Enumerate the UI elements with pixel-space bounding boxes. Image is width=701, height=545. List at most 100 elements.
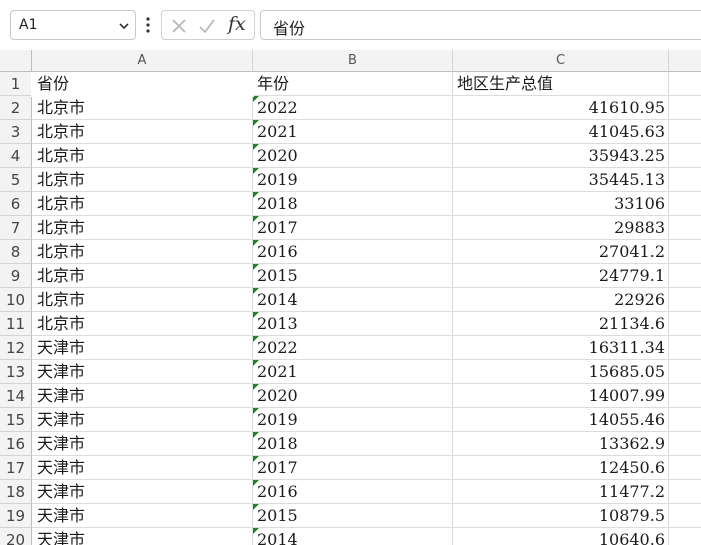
cell-empty[interactable]	[669, 432, 701, 456]
cell-province[interactable]: 北京市	[32, 144, 253, 168]
row-header[interactable]: 5	[0, 168, 32, 192]
row-header[interactable]: 4	[0, 144, 32, 168]
cell-year[interactable]: 2014	[253, 288, 453, 312]
cell-province[interactable]: 天津市	[32, 360, 253, 384]
row-header[interactable]: 6	[0, 192, 32, 216]
cell-gdp[interactable]: 41045.63	[453, 120, 669, 144]
cell-province[interactable]: 天津市	[32, 384, 253, 408]
cell-province[interactable]: 北京市	[32, 96, 253, 120]
cell-empty[interactable]	[669, 312, 701, 336]
cell-province[interactable]: 北京市	[32, 312, 253, 336]
cell-empty[interactable]	[669, 360, 701, 384]
cell-gdp[interactable]: 13362.9	[453, 432, 669, 456]
cell-province[interactable]: 北京市	[32, 216, 253, 240]
row-header[interactable]: 12	[0, 336, 32, 360]
row-header[interactable]: 14	[0, 384, 32, 408]
column-header-a[interactable]: A	[32, 50, 253, 72]
column-header-d[interactable]	[669, 50, 701, 72]
cell-year[interactable]: 2014	[253, 528, 453, 545]
cell-gdp[interactable]: 11477.2	[453, 480, 669, 504]
cell-empty[interactable]	[669, 120, 701, 144]
cell-empty[interactable]	[669, 408, 701, 432]
cell-empty[interactable]	[669, 264, 701, 288]
cell-province[interactable]: 天津市	[32, 432, 253, 456]
row-header[interactable]: 19	[0, 504, 32, 528]
row-header[interactable]: 15	[0, 408, 32, 432]
cell-gdp[interactable]: 10640.6	[453, 528, 669, 545]
cell-empty[interactable]	[669, 288, 701, 312]
cell-province[interactable]: 省份	[32, 72, 253, 96]
cell-year[interactable]: 2017	[253, 456, 453, 480]
cell-empty[interactable]	[669, 384, 701, 408]
cell-province[interactable]: 天津市	[32, 408, 253, 432]
cell-year[interactable]: 2021	[253, 120, 453, 144]
cell-year[interactable]: 2018	[253, 192, 453, 216]
cell-gdp[interactable]: 21134.6	[453, 312, 669, 336]
cell-year[interactable]: 2017	[253, 216, 453, 240]
cell-gdp[interactable]: 41610.95	[453, 96, 669, 120]
cell-gdp[interactable]: 10879.5	[453, 504, 669, 528]
cell-empty[interactable]	[669, 216, 701, 240]
cell-year[interactable]: 年份	[253, 72, 453, 96]
cell-empty[interactable]	[669, 336, 701, 360]
column-header-b[interactable]: B	[253, 50, 453, 72]
row-header[interactable]: 16	[0, 432, 32, 456]
cell-province[interactable]: 天津市	[32, 504, 253, 528]
cell-province[interactable]: 天津市	[32, 456, 253, 480]
chevron-down-icon[interactable]	[117, 19, 131, 33]
cell-year[interactable]: 2013	[253, 312, 453, 336]
cell-year[interactable]: 2022	[253, 96, 453, 120]
cell-year[interactable]: 2020	[253, 144, 453, 168]
cell-gdp[interactable]: 33106	[453, 192, 669, 216]
cell-gdp[interactable]: 35943.25	[453, 144, 669, 168]
cell-province[interactable]: 北京市	[32, 240, 253, 264]
row-header[interactable]: 1	[0, 72, 32, 96]
cell-province[interactable]: 北京市	[32, 264, 253, 288]
cell-gdp[interactable]: 14007.99	[453, 384, 669, 408]
cell-year[interactable]: 2022	[253, 336, 453, 360]
row-header[interactable]: 7	[0, 216, 32, 240]
row-header[interactable]: 13	[0, 360, 32, 384]
cell-gdp[interactable]: 24779.1	[453, 264, 669, 288]
cell-province[interactable]: 天津市	[32, 480, 253, 504]
cell-gdp[interactable]: 地区生产总值	[453, 72, 669, 96]
row-header[interactable]: 3	[0, 120, 32, 144]
cell-province[interactable]: 北京市	[32, 168, 253, 192]
row-header[interactable]: 18	[0, 480, 32, 504]
cell-empty[interactable]	[669, 168, 701, 192]
cell-empty[interactable]	[669, 456, 701, 480]
cell-gdp[interactable]: 16311.34	[453, 336, 669, 360]
row-header[interactable]: 2	[0, 96, 32, 120]
cell-year[interactable]: 2016	[253, 480, 453, 504]
formula-input[interactable]: 省份	[260, 10, 701, 40]
row-header[interactable]: 17	[0, 456, 32, 480]
enter-check-icon[interactable]	[198, 17, 216, 35]
cell-gdp[interactable]: 22926	[453, 288, 669, 312]
cell-gdp[interactable]: 29883	[453, 216, 669, 240]
column-header-c[interactable]: C	[453, 50, 669, 72]
cancel-icon[interactable]	[170, 17, 188, 35]
cell-empty[interactable]	[669, 504, 701, 528]
cell-year[interactable]: 2015	[253, 504, 453, 528]
cell-empty[interactable]	[669, 72, 701, 96]
cell-year[interactable]: 2021	[253, 360, 453, 384]
cell-province[interactable]: 北京市	[32, 288, 253, 312]
cell-year[interactable]: 2016	[253, 240, 453, 264]
insert-function-icon[interactable]: fx	[228, 13, 246, 35]
cell-empty[interactable]	[669, 192, 701, 216]
row-header[interactable]: 8	[0, 240, 32, 264]
cell-province[interactable]: 北京市	[32, 120, 253, 144]
cell-empty[interactable]	[669, 528, 701, 545]
cell-empty[interactable]	[669, 480, 701, 504]
cell-year[interactable]: 2020	[253, 384, 453, 408]
cell-year[interactable]: 2018	[253, 432, 453, 456]
cell-gdp[interactable]: 27041.2	[453, 240, 669, 264]
row-header[interactable]: 20	[0, 528, 32, 545]
cell-gdp[interactable]: 15685.05	[453, 360, 669, 384]
row-header[interactable]: 9	[0, 264, 32, 288]
select-all-corner[interactable]	[0, 50, 32, 72]
cell-year[interactable]: 2019	[253, 408, 453, 432]
name-box[interactable]: A1	[10, 10, 136, 40]
cell-empty[interactable]	[669, 240, 701, 264]
cell-gdp[interactable]: 14055.46	[453, 408, 669, 432]
